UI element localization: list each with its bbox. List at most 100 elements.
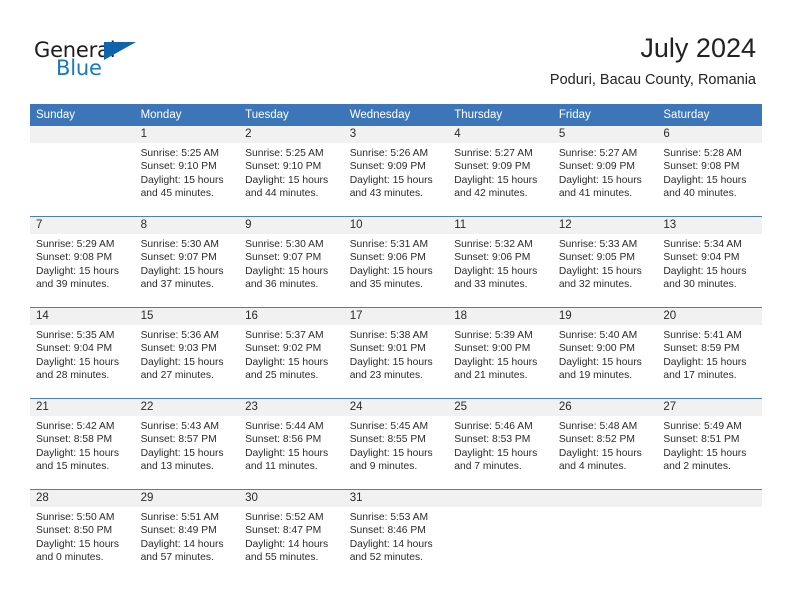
sunrise-text: Sunrise: 5:44 AM bbox=[245, 421, 324, 432]
sunrise-text: Sunrise: 5:27 AM bbox=[558, 148, 638, 159]
day-cell[interactable]: 28 Sunrise: 5:50 AM Sunset: 8:50 PM Dayl… bbox=[30, 489, 135, 580]
sunrise-text: Sunrise: 5:49 AM bbox=[663, 421, 742, 432]
day-details: Sunrise: 5:36 AM Sunset: 9:03 PM Dayligh… bbox=[135, 325, 240, 382]
daylight-text-line2: and 19 minutes. bbox=[558, 369, 633, 381]
day-cell[interactable]: 18 Sunrise: 5:39 AM Sunset: 9:00 PM Dayl… bbox=[448, 307, 553, 399]
day-cell[interactable]: 17 Sunrise: 5:38 AM Sunset: 9:01 PM Dayl… bbox=[343, 307, 449, 399]
sunrise-text: Sunrise: 5:41 AM bbox=[663, 330, 742, 341]
sunset-text: Sunset: 8:52 PM bbox=[558, 434, 635, 446]
day-cell[interactable]: 3 Sunrise: 5:26 AM Sunset: 9:09 PM Dayli… bbox=[343, 126, 449, 217]
daylight-text-line2: and 57 minutes. bbox=[140, 551, 214, 563]
day-details bbox=[657, 507, 762, 511]
general-blue-logo[interactable]: General Blue bbox=[34, 38, 154, 80]
day-details: Sunrise: 5:44 AM Sunset: 8:56 PM Dayligh… bbox=[239, 416, 344, 473]
sunrise-text: Sunrise: 5:39 AM bbox=[454, 330, 533, 341]
day-cell[interactable]: 15 Sunrise: 5:36 AM Sunset: 9:03 PM Dayl… bbox=[134, 307, 240, 399]
day-cell[interactable]: 8 Sunrise: 5:30 AM Sunset: 9:07 PM Dayli… bbox=[134, 216, 240, 308]
daylight-text-line2: and 27 minutes. bbox=[140, 369, 214, 381]
day-cell[interactable]: 27 Sunrise: 5:49 AM Sunset: 8:51 PM Dayl… bbox=[657, 398, 762, 490]
daylight-text-line2: and 45 minutes. bbox=[140, 187, 214, 199]
day-cell[interactable]: 21 Sunrise: 5:42 AM Sunset: 8:58 PM Dayl… bbox=[30, 398, 135, 490]
sunset-text: Sunset: 9:10 PM bbox=[140, 161, 217, 173]
weekday-header-sunday: Sunday bbox=[30, 104, 135, 126]
daylight-text-line2: and 15 minutes. bbox=[36, 460, 110, 472]
weekday-header-wednesday: Wednesday bbox=[343, 104, 449, 126]
sunset-text: Sunset: 8:53 PM bbox=[454, 434, 531, 446]
daylight-text-line2: and 43 minutes. bbox=[349, 187, 423, 199]
weekday-header-row: Sunday Monday Tuesday Wednesday Thursday… bbox=[30, 104, 762, 126]
daylight-text-line2: and 40 minutes. bbox=[663, 187, 737, 199]
day-number: 18 bbox=[448, 308, 553, 325]
day-cell[interactable]: 9 Sunrise: 5:30 AM Sunset: 9:07 PM Dayli… bbox=[239, 216, 344, 308]
daylight-text-line2: and 37 minutes. bbox=[140, 278, 214, 290]
daylight-text-line1: Daylight: 15 hours bbox=[349, 356, 433, 368]
day-details: Sunrise: 5:27 AM Sunset: 9:09 PM Dayligh… bbox=[553, 143, 658, 200]
daylight-text-line1: Daylight: 15 hours bbox=[663, 356, 747, 368]
sunset-text: Sunset: 9:00 PM bbox=[558, 343, 635, 355]
day-cell[interactable]: 5 Sunrise: 5:27 AM Sunset: 9:09 PM Dayli… bbox=[552, 126, 658, 217]
sunrise-text: Sunrise: 5:29 AM bbox=[36, 239, 115, 250]
day-number: 10 bbox=[343, 217, 449, 234]
day-number: 21 bbox=[30, 399, 135, 416]
day-cell[interactable]: 30 Sunrise: 5:52 AM Sunset: 8:47 PM Dayl… bbox=[239, 489, 344, 580]
daylight-text-line1: Daylight: 15 hours bbox=[349, 174, 433, 186]
day-number: 5 bbox=[552, 126, 658, 143]
sunrise-text: Sunrise: 5:43 AM bbox=[140, 421, 219, 432]
day-cell[interactable]: 19 Sunrise: 5:40 AM Sunset: 9:00 PM Dayl… bbox=[552, 307, 658, 399]
daylight-text-line1: Daylight: 15 hours bbox=[454, 356, 538, 368]
page-title: July 2024 bbox=[640, 33, 756, 63]
daylight-text-line2: and 33 minutes. bbox=[454, 278, 528, 290]
day-cell[interactable]: 2 Sunrise: 5:25 AM Sunset: 9:10 PM Dayli… bbox=[239, 126, 344, 217]
day-details: Sunrise: 5:39 AM Sunset: 9:00 PM Dayligh… bbox=[448, 325, 553, 382]
daylight-text-line1: Daylight: 15 hours bbox=[349, 447, 433, 459]
day-cell[interactable]: 7 Sunrise: 5:29 AM Sunset: 9:08 PM Dayli… bbox=[30, 216, 135, 308]
daylight-text-line2: and 35 minutes. bbox=[349, 278, 423, 290]
day-cell[interactable] bbox=[30, 126, 135, 217]
day-cell[interactable]: 23 Sunrise: 5:44 AM Sunset: 8:56 PM Dayl… bbox=[239, 398, 344, 490]
day-cell[interactable]: 22 Sunrise: 5:43 AM Sunset: 8:57 PM Dayl… bbox=[134, 398, 240, 490]
sunset-text: Sunset: 9:06 PM bbox=[349, 252, 426, 264]
day-cell[interactable]: 20 Sunrise: 5:41 AM Sunset: 8:59 PM Dayl… bbox=[657, 307, 762, 399]
day-number bbox=[30, 126, 135, 143]
day-cell[interactable]: 31 Sunrise: 5:53 AM Sunset: 8:46 PM Dayl… bbox=[343, 489, 449, 580]
day-cell[interactable]: 25 Sunrise: 5:46 AM Sunset: 8:53 PM Dayl… bbox=[448, 398, 553, 490]
day-details: Sunrise: 5:26 AM Sunset: 9:09 PM Dayligh… bbox=[344, 143, 449, 200]
day-cell[interactable]: 4 Sunrise: 5:27 AM Sunset: 9:09 PM Dayli… bbox=[448, 126, 553, 217]
sunrise-text: Sunrise: 5:33 AM bbox=[558, 239, 638, 250]
sunrise-text: Sunrise: 5:32 AM bbox=[454, 239, 533, 250]
day-cell[interactable]: 13 Sunrise: 5:34 AM Sunset: 9:04 PM Dayl… bbox=[657, 216, 762, 308]
day-cell[interactable]: 12 Sunrise: 5:33 AM Sunset: 9:05 PM Dayl… bbox=[552, 216, 658, 308]
day-cell[interactable]: 16 Sunrise: 5:37 AM Sunset: 9:02 PM Dayl… bbox=[239, 307, 344, 399]
day-cell[interactable]: 11 Sunrise: 5:32 AM Sunset: 9:06 PM Dayl… bbox=[448, 216, 553, 308]
day-number: 11 bbox=[448, 217, 553, 234]
calendar-table: Sunday Monday Tuesday Wednesday Thursday… bbox=[30, 104, 762, 580]
day-details: Sunrise: 5:29 AM Sunset: 9:08 PM Dayligh… bbox=[30, 234, 135, 291]
day-number: 3 bbox=[343, 126, 449, 143]
day-cell[interactable] bbox=[552, 489, 658, 580]
daylight-text-line1: Daylight: 15 hours bbox=[245, 356, 329, 368]
daylight-text-line1: Daylight: 15 hours bbox=[36, 265, 119, 277]
day-number: 13 bbox=[657, 217, 762, 234]
day-cell[interactable]: 29 Sunrise: 5:51 AM Sunset: 8:49 PM Dayl… bbox=[134, 489, 240, 580]
title-block: July 2024 Poduri, Bacau County, Romania bbox=[550, 32, 756, 89]
day-cell[interactable] bbox=[657, 489, 762, 580]
sunset-text: Sunset: 9:06 PM bbox=[454, 252, 531, 264]
daylight-text-line2: and 21 minutes. bbox=[454, 369, 528, 381]
day-cell[interactable]: 24 Sunrise: 5:45 AM Sunset: 8:55 PM Dayl… bbox=[343, 398, 449, 490]
sunrise-text: Sunrise: 5:45 AM bbox=[349, 421, 429, 432]
day-cell[interactable]: 26 Sunrise: 5:48 AM Sunset: 8:52 PM Dayl… bbox=[552, 398, 658, 490]
day-cell[interactable]: 1 Sunrise: 5:25 AM Sunset: 9:10 PM Dayli… bbox=[134, 126, 240, 217]
daylight-text-line2: and 2 minutes. bbox=[663, 460, 731, 472]
day-cell[interactable]: 6 Sunrise: 5:28 AM Sunset: 9:08 PM Dayli… bbox=[657, 126, 762, 217]
daylight-text-line1: Daylight: 15 hours bbox=[36, 356, 119, 368]
day-number: 31 bbox=[343, 490, 449, 507]
day-details: Sunrise: 5:33 AM Sunset: 9:05 PM Dayligh… bbox=[553, 234, 658, 291]
day-cell[interactable]: 10 Sunrise: 5:31 AM Sunset: 9:06 PM Dayl… bbox=[343, 216, 449, 308]
week-row: 7 Sunrise: 5:29 AM Sunset: 9:08 PM Dayli… bbox=[30, 216, 762, 308]
day-number: 22 bbox=[134, 399, 240, 416]
week-row: 21 Sunrise: 5:42 AM Sunset: 8:58 PM Dayl… bbox=[30, 398, 762, 490]
day-cell[interactable] bbox=[448, 489, 553, 580]
day-cell[interactable]: 14 Sunrise: 5:35 AM Sunset: 9:04 PM Dayl… bbox=[30, 307, 135, 399]
page-header: General Blue July 2024 Poduri, Bacau Cou… bbox=[0, 0, 792, 104]
sunset-text: Sunset: 9:09 PM bbox=[558, 161, 635, 173]
